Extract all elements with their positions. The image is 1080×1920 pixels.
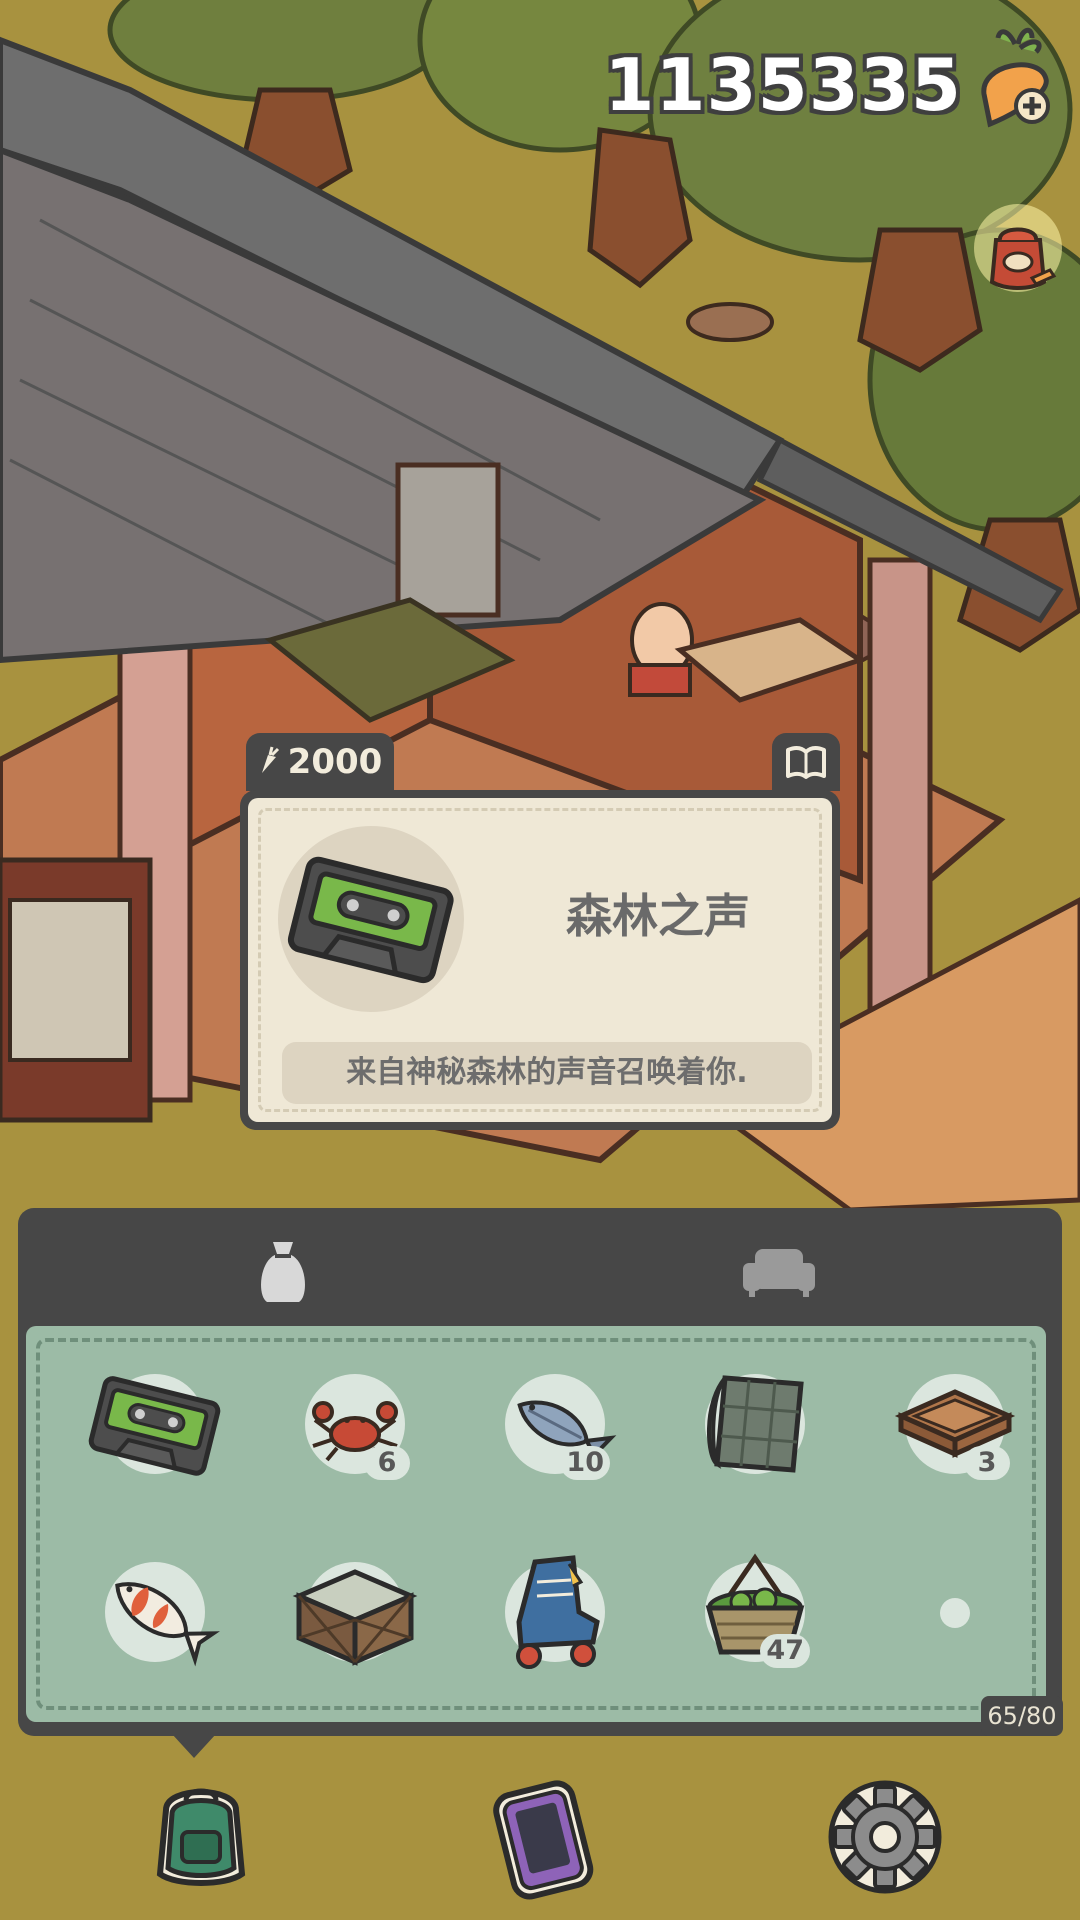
settings-gear-icon	[828, 1780, 942, 1894]
phone-button[interactable]	[478, 1774, 608, 1904]
backpack-icon	[156, 1788, 246, 1886]
item-price-tag: 2000	[246, 733, 394, 791]
tab-furniture[interactable]	[734, 1226, 824, 1316]
koi-fish-icon	[115, 1582, 220, 1667]
item-info-card: 森林之声 来自神秘森林的声音召唤着你.	[240, 790, 840, 1130]
item-preview	[278, 826, 464, 1012]
inventory-slot[interactable]	[60, 1334, 250, 1514]
book-icon[interactable]	[772, 733, 840, 791]
carrot-currency-display: 1135335	[604, 27, 1060, 130]
phone-icon	[493, 1780, 594, 1900]
inventory-slot[interactable]: 10	[460, 1334, 650, 1514]
inventory-grid: 6 10 3 47	[26, 1326, 1046, 1722]
item-price: 2000	[287, 742, 383, 782]
inventory-slot[interactable]	[60, 1522, 250, 1702]
settings-button[interactable]	[820, 1772, 950, 1902]
tab-items[interactable]	[238, 1226, 328, 1316]
carrot-count: 1135335	[604, 43, 962, 127]
roller-skate-icon	[516, 1555, 600, 1669]
inventory-capacity: 65/80	[981, 1696, 1063, 1736]
cassette-tape-icon	[88, 1376, 221, 1476]
inventory-slot[interactable]: 47	[660, 1522, 850, 1702]
slot-count: 10	[560, 1446, 610, 1480]
slot-count: 6	[364, 1446, 410, 1480]
item-description: 来自神秘森林的声音召唤着你.	[282, 1042, 812, 1104]
inventory-slot[interactable]: 6	[260, 1334, 450, 1514]
inventory-panel: 6 10 3 47	[18, 1208, 1062, 1736]
inventory-slot[interactable]: 3	[860, 1334, 1050, 1514]
inventory-slot[interactable]	[460, 1522, 650, 1702]
carrot-plus-icon[interactable]	[970, 24, 1060, 134]
panel-pointer	[172, 1734, 216, 1758]
wooden-crate-icon	[292, 1569, 418, 1666]
backpack-button[interactable]	[136, 1770, 266, 1900]
carrot-gift-bag-icon[interactable]	[970, 200, 1066, 296]
empty-slot-dot	[940, 1598, 970, 1628]
inventory-slot-empty[interactable]	[860, 1522, 1050, 1702]
slot-count: 3	[964, 1446, 1010, 1480]
slot-count: 47	[760, 1634, 810, 1668]
inventory-slot[interactable]	[660, 1334, 850, 1514]
bag-icon	[261, 1242, 305, 1302]
inventory-tab-bar	[18, 1208, 1062, 1326]
fabric-roll-icon	[707, 1375, 804, 1473]
carrot-icon	[258, 745, 280, 779]
cassette-tape-icon	[287, 856, 454, 984]
sofa-icon	[743, 1249, 815, 1297]
item-title: 森林之声	[566, 889, 750, 943]
inventory-slot[interactable]	[260, 1522, 450, 1702]
